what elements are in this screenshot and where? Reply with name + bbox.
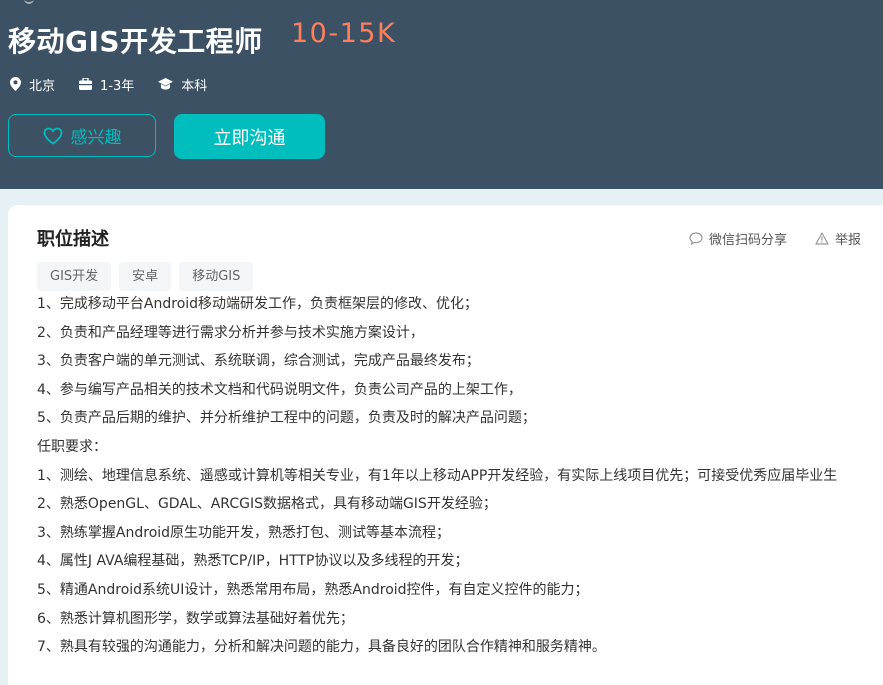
description-line: 1、测绘、地理信息系统、遥感或计算机等相关专业，有1年以上移动APP开发经验，有… xyxy=(37,467,838,484)
description-line: 6、熟悉计算机图形学，数学或算法基础好着优先； xyxy=(37,610,354,627)
chat-now-button[interactable]: 立即沟通 xyxy=(174,114,325,159)
job-tag: 安卓 xyxy=(119,262,172,291)
meta-experience-text: 1-3年 xyxy=(100,78,135,94)
warning-icon xyxy=(815,232,829,245)
report-label: 举报 xyxy=(834,233,861,248)
interest-button-label: 感兴趣 xyxy=(70,128,122,148)
section-title: 职位描述 xyxy=(37,229,109,250)
job-tag: GIS开发 xyxy=(37,262,112,291)
heart-icon xyxy=(43,127,62,144)
report-button[interactable]: 举报 xyxy=(815,229,861,248)
job-tag: 移动GIS xyxy=(179,262,254,291)
description-line: 7、熟具有较强的沟通能力，分析和解决问题的能力，具备良好的团队合作精神和服务精神… xyxy=(37,639,606,656)
interest-button[interactable]: 感兴趣 xyxy=(8,114,156,157)
description-line: 2、熟悉OpenGL、GDAL、ARCGIS数据格式，具有移动端GIS开发经验； xyxy=(37,496,497,513)
job-header: 移动GIS开发工程师 10-15K 北京 1-3年 本科 感兴趣 立即沟通 xyxy=(0,0,883,189)
salary: 10-15K xyxy=(291,18,397,49)
description-line: 1、完成移动平台Android移动端研发工作，负责框架层的修改、优化； xyxy=(37,296,479,312)
meta-degree-text: 本科 xyxy=(181,78,208,94)
description-line: 3、负责客户端的单元测试、系统联调，综合测试，完成产品最终发布； xyxy=(37,353,480,370)
job-meta: 北京 1-3年 本科 xyxy=(10,74,231,94)
description-line: 5、精通Android系统UI设计，熟悉常用布局，熟悉Android控件，有自定… xyxy=(37,581,589,598)
wechat-share-label: 微信扫码分享 xyxy=(708,233,787,248)
briefcase-icon xyxy=(79,78,93,90)
back-arrow-icon[interactable] xyxy=(24,0,34,4)
chat-now-button-label: 立即沟通 xyxy=(213,127,286,149)
location-icon xyxy=(10,77,21,91)
meta-city: 北京 xyxy=(10,75,55,94)
description-line: 2、负责和产品经理等进行需求分析并参与技术实施方案设计， xyxy=(37,324,424,341)
graduation-cap-icon xyxy=(158,78,174,90)
description-line: 4、参与编写产品相关的技术文档和代码说明文件，负责公司产品的上架工作， xyxy=(37,381,522,398)
wechat-share-button[interactable]: 微信扫码分享 xyxy=(689,229,787,248)
job-description-card: 职位描述 微信扫码分享 举报 GIS开发 安卓 移动GIS 1、完成移动平台An… xyxy=(8,205,883,685)
description-line: 5、负责产品后期的维护、并分析维护工程中的问题，负责及时的解决产品问题； xyxy=(37,410,536,427)
job-tags: GIS开发 安卓 移动GIS xyxy=(37,262,261,291)
job-title: 移动GIS开发工程师 xyxy=(8,25,263,58)
requirements-heading: 任职要求： xyxy=(37,438,107,455)
job-description-text: 1、完成移动平台Android移动端研发工作，负责框架层的修改、优化； 2、负责… xyxy=(37,290,857,662)
meta-degree: 本科 xyxy=(158,75,207,94)
chat-bubble-icon xyxy=(689,232,703,245)
description-line: 4、属性J AVA编程基础，熟悉TCP/IP，HTTP协议以及多线程的开发； xyxy=(37,553,469,570)
meta-city-text: 北京 xyxy=(29,78,56,94)
meta-experience: 1-3年 xyxy=(79,75,134,94)
description-line: 3、熟练掌握Android原生功能开发，熟悉打包、测试等基本流程； xyxy=(37,524,451,541)
card-actions: 微信扫码分享 举报 xyxy=(661,229,861,248)
